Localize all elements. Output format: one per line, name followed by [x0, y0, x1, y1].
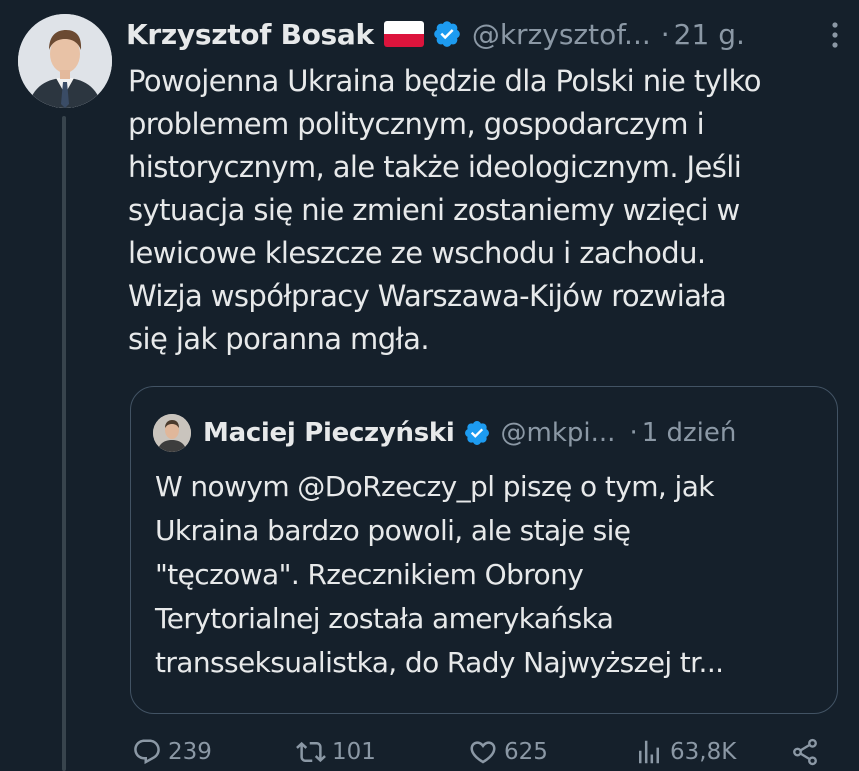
verified-icon [434, 21, 460, 47]
quote-time[interactable]: 1 dzień [642, 418, 737, 448]
tweet-time[interactable]: 21 g. [674, 18, 745, 51]
like-count: 625 [504, 739, 548, 765]
tweet-text: Powojenna Ukraina będzie dla Polski nie … [128, 60, 858, 361]
author-name[interactable]: Krzysztof Bosak [126, 18, 374, 51]
quote-author-name[interactable]: Maciej Pieczyński [203, 418, 455, 448]
quote-text-line: W nowym @DoRzeczy_pl piszę o tym, jak [155, 470, 714, 503]
like-icon [470, 741, 496, 764]
quote-header: Maciej Pieczyński @mkpi... · 1 dzień [153, 414, 737, 452]
quote-text: W nowym @DoRzeczy_pl piszę o tym, jak Uk… [155, 465, 835, 685]
tweet-text-line: problemem politycznym, gospodarczym i [128, 107, 705, 141]
quote-author-handle[interactable]: @mkpi... [501, 418, 616, 448]
retweet-icon [296, 741, 326, 763]
views-button[interactable]: 63,8K [634, 736, 736, 768]
tweet-header: Krzysztof Bosak @krzysztof... · 21 g. [126, 14, 745, 54]
quoted-tweet[interactable]: Maciej Pieczyński @mkpi... · 1 dzień W n… [130, 386, 838, 714]
retweet-count: 101 [332, 739, 376, 765]
reply-button[interactable]: 239 [132, 736, 212, 768]
thread-line [62, 116, 66, 771]
share-icon [793, 738, 817, 766]
separator-dot: · [629, 418, 638, 448]
quote-text-line: transseksualistka, do Rady Najwyższej tr… [155, 646, 724, 679]
author-avatar[interactable] [18, 14, 112, 108]
poland-flag-icon [383, 21, 424, 47]
share-button[interactable] [790, 736, 826, 768]
quote-text-line: Terytorialnej została amerykańska [155, 602, 614, 635]
reply-icon [134, 739, 160, 765]
tweet-text-line: lewicowe kleszcze ze wschodu i zachodu. [128, 236, 706, 270]
quote-text-line: "tęczowa". Rzecznikiem Obrony [155, 558, 584, 591]
more-icon[interactable] [823, 18, 847, 52]
tweet-text-line: Powojenna Ukraina będzie dla Polski nie … [128, 64, 762, 98]
quote-text-line: Ukraina bardzo powoli, ale staje się [155, 514, 631, 547]
tweet-text-line: się jak poranna mgła. [128, 322, 430, 356]
views-count: 63,8K [670, 739, 737, 765]
retweet-button[interactable]: 101 [296, 736, 376, 768]
views-icon [639, 740, 659, 764]
tweet-text-line: Wizja współpracy Warszawa-Kijów rozwiała [128, 279, 727, 313]
verified-icon [464, 421, 489, 445]
like-button[interactable]: 625 [468, 736, 548, 768]
author-handle[interactable]: @krzysztof... [472, 18, 651, 51]
quote-author-avatar[interactable] [153, 414, 191, 452]
separator-dot: · [660, 17, 670, 51]
reply-count: 239 [168, 739, 212, 765]
tweet[interactable]: Krzysztof Bosak @krzysztof... · 21 g. Po… [0, 0, 859, 771]
tweet-text-line: historycznym, ale także ideologicznym. J… [128, 150, 742, 184]
tweet-text-line: sytuacja się nie zmieni zostaniemy wzięc… [128, 193, 740, 227]
tweet-actions: 239 101 625 63,8K [130, 736, 850, 768]
